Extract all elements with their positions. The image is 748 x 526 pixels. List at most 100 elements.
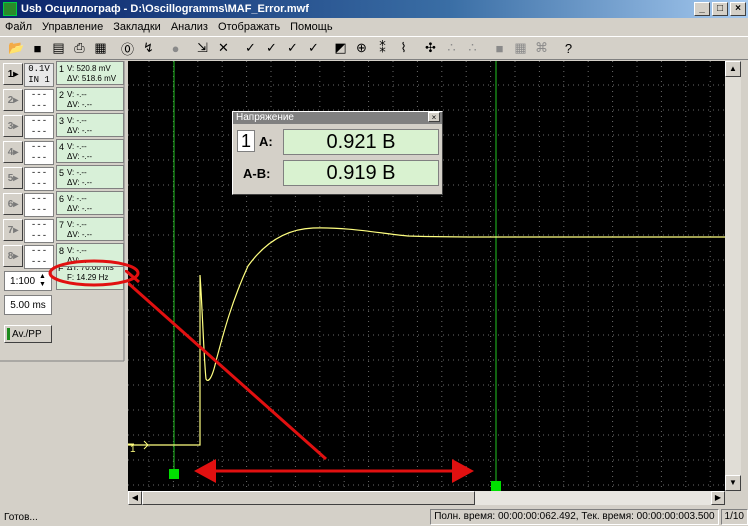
channel-2-button[interactable]: 2▸ [3,89,23,111]
record-icon[interactable]: ↯ [138,38,159,58]
contrast-icon[interactable]: ◩ [330,38,351,58]
channel-7-button[interactable]: 7▸ [3,219,23,241]
minimize-button[interactable]: _ [694,2,710,16]
channel-6-settings[interactable]: --- --- [24,193,54,217]
menu-bar: Файл Управление Закладки Анализ Отобража… [0,18,748,36]
annotation-line-start [125,270,140,284]
channel-number: 8 [59,246,65,256]
timebase-field[interactable]: 5.00 ms [4,295,52,315]
voltage-window-caption[interactable]: Напряжение × [233,112,442,124]
channel-2-measure: 2 V: -.-- ΔV: -.-- [56,87,124,111]
zoom-icon[interactable]: ⊕ [351,38,372,58]
cursor-icon[interactable]: ⇲ [192,38,213,58]
channel-scale: --- [30,142,48,152]
annotation-pointer-line [128,281,327,461]
channel-number: 3 [59,116,65,126]
menu-help[interactable]: Помощь [285,21,338,33]
channel-3-button[interactable]: 3▸ [3,115,23,137]
save-disk-icon[interactable]: ■ [27,38,48,58]
delta-voltage-reading: ΔV: -.-- [67,152,93,161]
channel-scale: --- [30,220,48,230]
channel-number: 2 [59,90,65,100]
channel-input: --- [30,205,48,215]
channel-5-measure: 5 V: -.-- ΔV: -.-- [56,165,124,189]
menu-bookmarks[interactable]: Закладки [108,21,166,33]
grid2-icon[interactable]: ▦ [510,38,531,58]
circle-icon[interactable]: ● [165,38,186,58]
spectrum-icon[interactable]: ⌇ [393,38,414,58]
ratio-value: 1:100 [10,275,36,287]
voltage-window[interactable]: Напряжение × 1 A: 0.921 В A-B: 0.919 В [232,111,443,195]
app-icon [3,2,17,16]
abc2-icon[interactable]: ∴ [441,38,462,58]
menu-analysis[interactable]: Анализ [166,21,213,33]
channel-input: --- [30,231,48,241]
trigger-arrow-icon [138,440,149,450]
delta-voltage-reading: ΔV: -.-- [67,230,93,239]
print-icon[interactable]: ⎙ [69,38,90,58]
check-a-icon[interactable]: ✓ [261,38,282,58]
horizontal-scrollbar[interactable]: ◀ ▶ [128,491,725,505]
delta-voltage-reading: ΔV: -.-- [67,100,93,109]
abc3-icon[interactable]: ∴ [462,38,483,58]
channel-7-settings[interactable]: --- --- [24,219,54,243]
delta-voltage-reading: ΔV: 518.6 mV [67,74,117,83]
a-value: 0.921 В [283,129,439,155]
av-pp-button[interactable]: Av./PP [4,325,52,343]
maximize-button[interactable]: □ [712,2,728,16]
abc-icon[interactable]: ✣ [420,38,441,58]
check-icon[interactable]: ✓ [240,38,261,58]
status-page: 1/10 [720,509,748,525]
status-bar: Готов... Полн. время: 00:00:00:062.492, … [0,508,748,526]
channel-1-settings[interactable]: 0.1V IN 1 [24,63,54,87]
arrow-right-head-icon [452,459,474,483]
channel-6-button[interactable]: 6▸ [3,193,23,215]
ratio-selector[interactable]: 1:100 ▲ ▼ [4,271,52,291]
toolbar: 📂 ■ ▤ ⎙ ▦ ⓪ ↯ ● ⇲ ✕ ✓ ✓ ✓ ✓ ◩ ⊕ ⁑ ⌇ ✣ ∴ ∴ ■ ▦ ⌘? [0,36,748,60]
preview-icon[interactable]: ▦ [90,38,111,58]
stop-icon[interactable]: ⓪ [117,38,138,58]
channel-1-button[interactable]: 1▸ [3,63,23,85]
signal-trace [128,227,725,446]
grid3-icon[interactable]: ⌘ [531,38,552,58]
channel-2-settings[interactable]: --- --- [24,89,54,113]
channel-number: 4 [59,142,65,152]
channel-scale: --- [30,116,48,126]
channel-scale: 0.1V [28,64,50,74]
export-icon[interactable]: ▤ [48,38,69,58]
grid1-icon[interactable]: ■ [489,38,510,58]
delta-voltage-reading: ΔV: -.-- [67,126,93,135]
channel-input: --- [30,179,48,189]
channel-input: --- [30,153,48,163]
channel-number: 5 [59,168,65,178]
menu-view[interactable]: Отображать [213,21,285,33]
channel-4-settings[interactable]: --- --- [24,141,54,165]
menu-file[interactable]: Файл [0,21,37,33]
horizontal-scroll-thumb[interactable] [142,491,475,505]
scroll-left-icon[interactable]: ◀ [128,491,142,505]
check-c-icon[interactable]: ✓ [303,38,324,58]
tools-icon[interactable]: ✕ [213,38,234,58]
channel-8-button[interactable]: 8▸ [3,245,23,267]
channel-5-settings[interactable]: --- --- [24,167,54,191]
close-button[interactable]: × [730,2,746,16]
close-icon[interactable]: × [428,112,440,122]
menu-control[interactable]: Управление [37,21,108,33]
spin-arrows-icon[interactable]: ▲ ▼ [39,273,46,289]
channel-4-button[interactable]: 4▸ [3,141,23,163]
scroll-up-icon[interactable]: ▲ [725,61,741,77]
status-text: Готов... [4,511,38,523]
channel-input: --- [30,101,48,111]
channel-scale: --- [30,194,48,204]
scroll-down-icon[interactable]: ▼ [725,475,741,491]
check-b-icon[interactable]: ✓ [282,38,303,58]
marker-icon[interactable]: ⁑ [372,38,393,58]
scroll-right-icon[interactable]: ▶ [711,491,725,505]
led-indicator-icon [7,328,10,340]
arrow-left-head-icon [194,459,216,483]
channel-3-settings[interactable]: --- --- [24,115,54,139]
channel-5-button[interactable]: 5▸ [3,167,23,189]
open-folder-icon[interactable]: 📂 [6,38,27,58]
vertical-scrollbar[interactable]: ▲ ▼ [725,61,741,491]
help-icon[interactable]: ? [558,38,579,58]
